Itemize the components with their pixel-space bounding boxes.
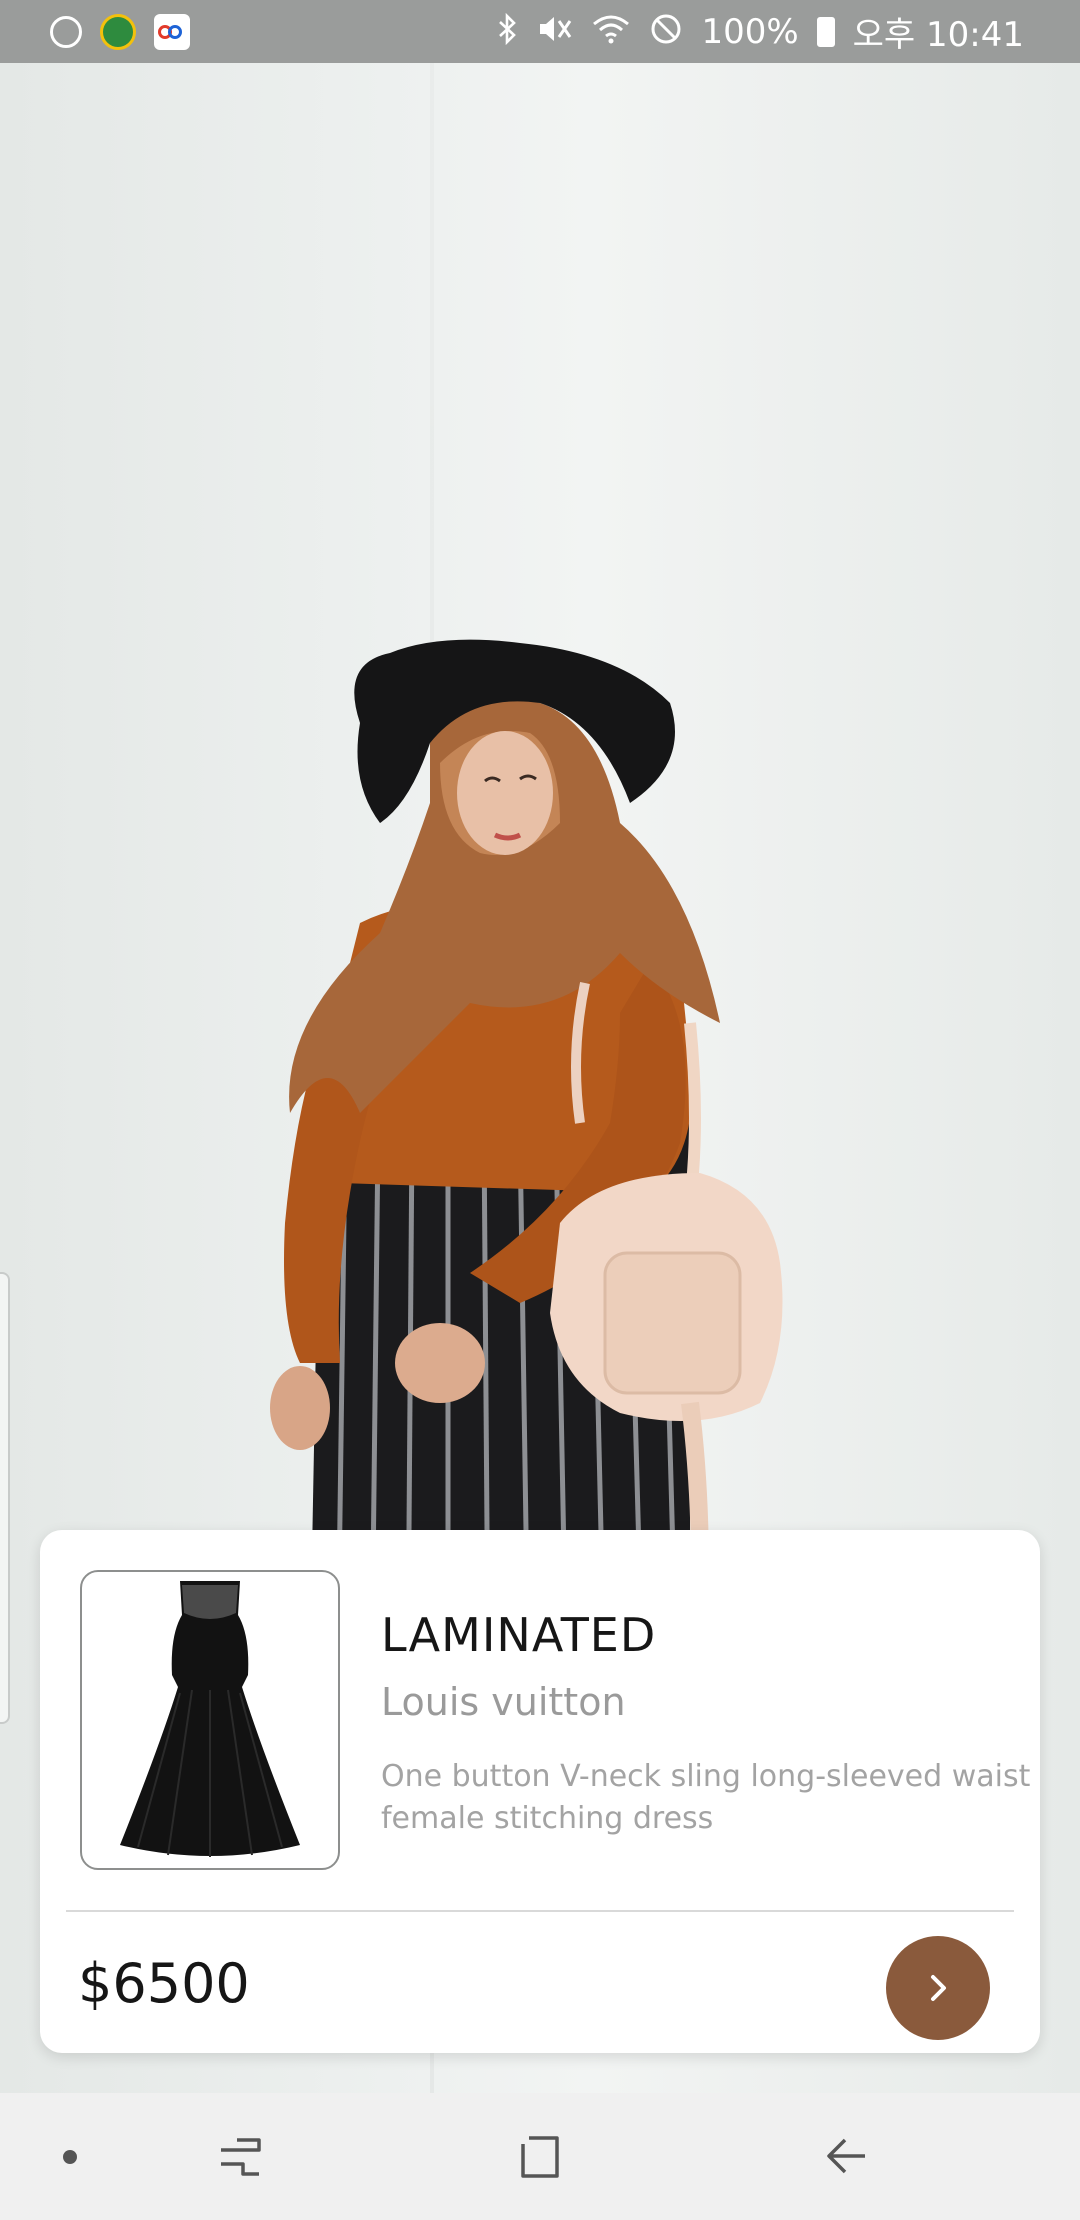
sync-icon: [50, 15, 82, 48]
notification-icons: [50, 13, 190, 50]
product-brand: Louis vuitton: [381, 1680, 626, 1724]
app-badge-icon: [100, 13, 136, 50]
wifi-icon: [591, 13, 631, 51]
system-status: 100% 오후 10:41: [497, 7, 1024, 56]
view-details-button[interactable]: [886, 1936, 990, 2040]
navigation-bar: [0, 2093, 1080, 2220]
side-panel-handle[interactable]: [0, 1272, 10, 1724]
do-not-disturb-icon: [649, 12, 683, 52]
chevron-right-icon: [931, 1975, 946, 2001]
product-description: One button V-neck sling long-sleeved wai…: [381, 1759, 1031, 1836]
home-icon[interactable]: [500, 2093, 580, 2220]
product-price: $6500: [78, 1952, 250, 2015]
bluetooth-icon: [497, 12, 519, 51]
status-bar: 100% 오후 10:41: [0, 0, 1080, 63]
divider: [66, 1910, 1014, 1912]
product-card[interactable]: LAMINATED Louis vuitton One button V-nec…: [40, 1530, 1040, 2053]
product-title: LAMINATED: [381, 1608, 657, 1662]
mute-icon: [537, 13, 573, 51]
clock: 오후 10:41: [852, 15, 1024, 55]
dress-image: [120, 1581, 300, 1857]
product-thumbnail[interactable]: [80, 1570, 340, 1870]
dot-icon[interactable]: [50, 2093, 90, 2220]
rings-app-icon: [154, 13, 190, 50]
battery-percent: 100%: [701, 11, 799, 52]
back-icon[interactable]: [806, 2093, 886, 2220]
battery-icon: [816, 16, 835, 47]
recent-apps-icon[interactable]: [200, 2093, 280, 2220]
